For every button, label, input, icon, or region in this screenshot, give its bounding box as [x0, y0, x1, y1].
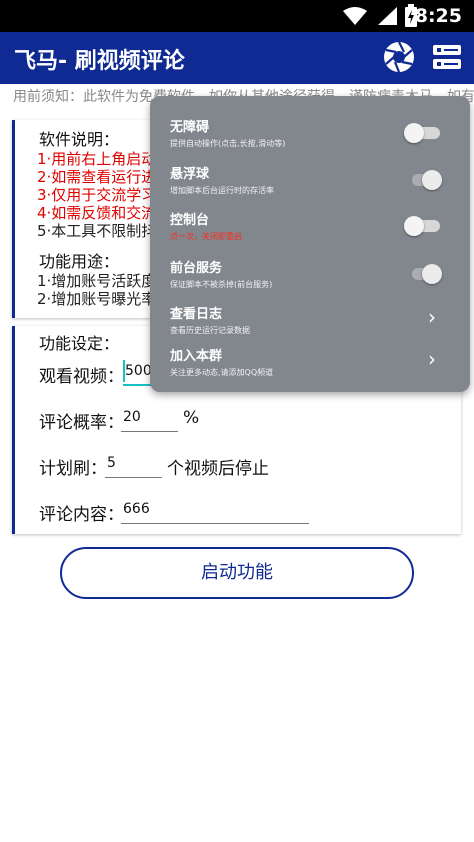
menu-item-title: 查看日志: [170, 307, 223, 322]
signal-icon: [376, 6, 398, 30]
console-toggle[interactable]: [404, 215, 444, 237]
menu-item-join-group[interactable]: 加入本群 关注更多动态,请添加QQ频道 ›: [150, 345, 470, 385]
menu-item-view-log[interactable]: 查看日志 查看历史运行记录数据 ›: [150, 303, 470, 343]
floating-ball-toggle[interactable]: [404, 169, 444, 191]
menu-item-title: 加入本群: [170, 349, 223, 364]
menu-item-title: 无障碍: [170, 120, 210, 135]
watch-video-label: 观看视频：: [39, 367, 124, 387]
chevron-right-icon: ›: [428, 347, 436, 371]
text-caret: [123, 360, 125, 382]
uses-line: 2·增加账号曝光率: [37, 290, 157, 308]
comment-rate-value: 20: [123, 409, 141, 425]
menu-item-subtitle: 提供自动操作(点击,长按,滑动等): [170, 139, 286, 148]
start-function-button[interactable]: 启动功能: [60, 547, 414, 599]
percent-unit: %: [183, 408, 200, 428]
instructions-heading: 软件说明：: [39, 130, 120, 149]
server-menu-icon[interactable]: [432, 42, 462, 76]
uses-heading: 功能用途：: [39, 252, 120, 271]
menu-item-subtitle: 关注更多动态,请添加QQ频道: [170, 368, 274, 377]
menu-item-floating-ball[interactable]: 悬浮球 增加脚本后台运行时的存活率: [150, 163, 470, 203]
menu-item-subtitle: 点一次，关闭即重启: [170, 232, 242, 241]
plan-suffix: 个视频后停止: [167, 459, 269, 479]
comment-content-input[interactable]: 666: [121, 496, 309, 524]
menu-item-subtitle: 增加脚本后台运行时的存活率: [170, 186, 274, 195]
wifi-icon: [342, 6, 368, 30]
menu-item-accessibility[interactable]: 无障碍 提供自动操作(点击,长按,滑动等): [150, 116, 470, 156]
plan-label: 计划刷：: [39, 459, 107, 479]
menu-item-title: 前台服务: [170, 261, 223, 276]
foreground-service-toggle[interactable]: [404, 263, 444, 285]
plan-count-input[interactable]: 5: [105, 450, 162, 478]
watch-video-value: 500: [125, 363, 152, 379]
menu-item-title: 悬浮球: [170, 167, 210, 182]
app-title: 飞马- 刷视频评论: [14, 49, 185, 74]
settings-heading: 功能设定：: [39, 334, 120, 353]
menu-item-console[interactable]: 控制台 点一次，关闭即重启: [150, 209, 470, 249]
comment-rate-label: 评论概率：: [39, 413, 124, 433]
comment-rate-input[interactable]: 20: [121, 404, 178, 432]
comment-content-label: 评论内容：: [39, 505, 124, 525]
popup-menu: 无障碍 提供自动操作(点击,长按,滑动等) 悬浮球 增加脚本后台运行时的存活率 …: [150, 96, 470, 392]
status-time: 8:25: [414, 5, 462, 27]
chevron-right-icon: ›: [428, 305, 436, 329]
accessibility-toggle[interactable]: [404, 122, 444, 144]
plan-count-value: 5: [107, 455, 116, 471]
menu-item-subtitle: 保证脚本不被杀掉(前台服务): [170, 280, 273, 289]
status-bar: 8:25: [0, 0, 474, 32]
comment-content-value: 666: [123, 501, 150, 517]
menu-item-title: 控制台: [170, 213, 210, 228]
app-bar: 飞马- 刷视频评论: [0, 32, 474, 84]
aperture-icon[interactable]: [382, 40, 416, 78]
menu-item-foreground-service[interactable]: 前台服务 保证脚本不被杀掉(前台服务): [150, 257, 470, 297]
menu-item-subtitle: 查看历史运行记录数据: [170, 326, 250, 335]
